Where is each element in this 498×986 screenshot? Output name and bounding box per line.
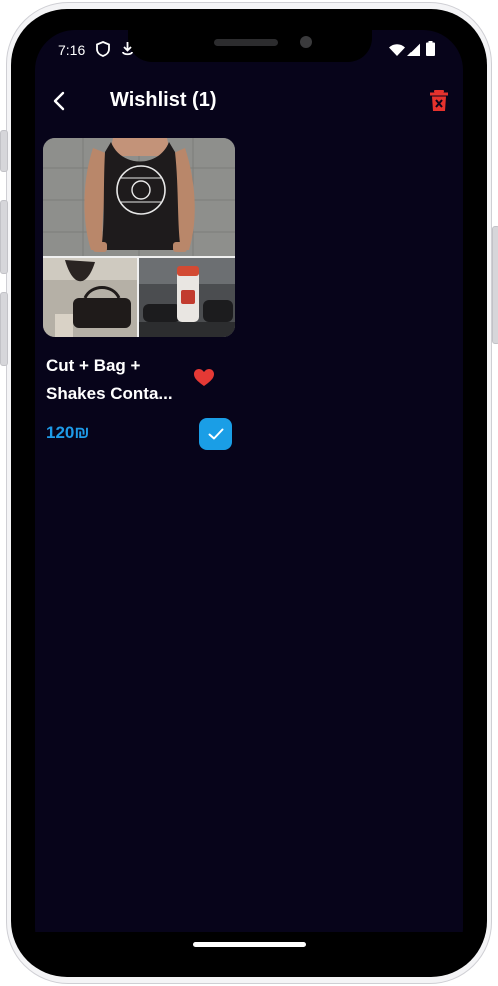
side-button xyxy=(0,292,8,366)
back-button[interactable] xyxy=(48,88,72,114)
signal-icon xyxy=(407,42,421,61)
front-camera xyxy=(300,36,312,48)
wifi-icon xyxy=(389,43,405,61)
download-notification-icon xyxy=(121,41,134,62)
speaker xyxy=(214,39,278,46)
side-button xyxy=(0,200,8,274)
power-button xyxy=(492,226,498,344)
checkmark-icon xyxy=(208,428,223,440)
shield-icon xyxy=(96,41,110,62)
favorite-button[interactable] xyxy=(193,368,215,388)
battery-icon xyxy=(426,41,435,61)
notch xyxy=(128,28,372,62)
heart-icon xyxy=(194,369,214,386)
delete-wishlist-button[interactable] xyxy=(428,89,450,113)
status-time: 7:16 xyxy=(58,42,86,58)
select-item-checkbox[interactable] xyxy=(199,418,232,450)
chevron-left-icon xyxy=(53,91,65,111)
trash-icon xyxy=(430,90,448,111)
page-title: Wishlist (1) xyxy=(110,89,217,111)
product-price: 120₪ xyxy=(46,423,90,442)
home-indicator[interactable] xyxy=(193,942,306,947)
side-button xyxy=(0,130,8,172)
product-image[interactable] xyxy=(43,138,235,337)
product-name[interactable]: Cut + Bag + Shakes Conta... xyxy=(46,352,191,408)
